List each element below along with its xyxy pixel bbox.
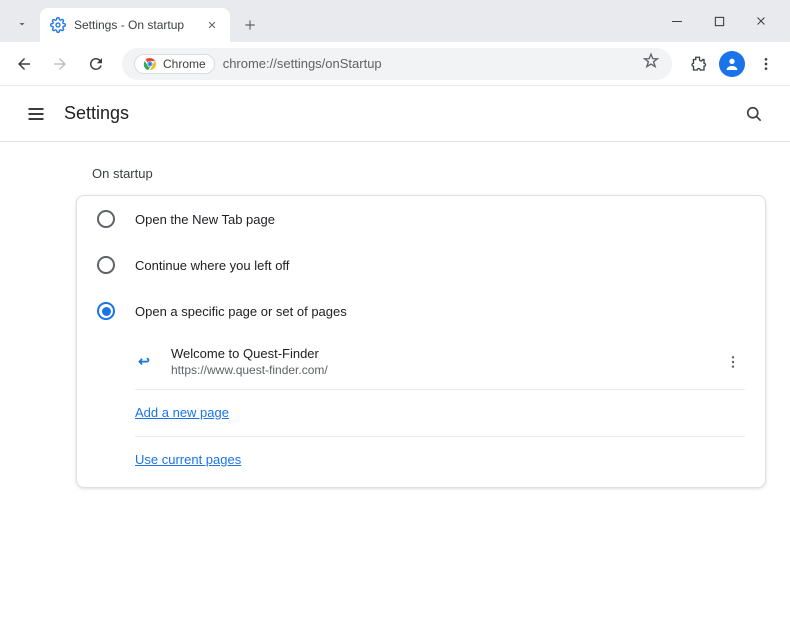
- radio-continue[interactable]: Continue where you left off: [77, 242, 765, 288]
- content-area: On startup Open the New Tab page Continu…: [0, 142, 790, 488]
- radio-specific-pages[interactable]: Open a specific page or set of pages: [77, 288, 765, 334]
- extensions-button[interactable]: [682, 48, 714, 80]
- profile-button[interactable]: [716, 48, 748, 80]
- page-title: Settings: [64, 103, 129, 124]
- close-icon: [207, 20, 217, 30]
- close-window-button[interactable]: [740, 5, 782, 37]
- person-icon: [724, 56, 740, 72]
- reload-button[interactable]: [80, 48, 112, 80]
- use-current-pages-link[interactable]: Use current pages: [135, 452, 241, 467]
- omnibox[interactable]: Chrome chrome://settings/onStartup: [122, 48, 672, 80]
- minimize-button[interactable]: [656, 5, 698, 37]
- use-current-row: Use current pages: [135, 437, 745, 487]
- add-page-link[interactable]: Add a new page: [135, 405, 229, 420]
- toolbar: Chrome chrome://settings/onStartup: [0, 42, 790, 86]
- url-text: chrome://settings/onStartup: [223, 56, 642, 71]
- star-icon: [642, 52, 660, 70]
- close-icon: [755, 15, 767, 27]
- startup-page-title: Welcome to Quest-Finder: [171, 346, 721, 361]
- radio-open-newtab[interactable]: Open the New Tab page: [77, 196, 765, 242]
- settings-favicon: [50, 17, 66, 33]
- close-tab-button[interactable]: [204, 17, 220, 33]
- startup-page-row: ↩ Welcome to Quest-Finder https://www.qu…: [135, 334, 745, 390]
- page-favicon: ↩: [135, 353, 153, 371]
- reload-icon: [87, 55, 105, 73]
- minimize-icon: [671, 15, 683, 27]
- radio-icon: [97, 256, 115, 274]
- back-button[interactable]: [8, 48, 40, 80]
- radio-label: Open a specific page or set of pages: [135, 304, 347, 319]
- radio-label: Continue where you left off: [135, 258, 289, 273]
- search-icon: [744, 104, 764, 124]
- tab-title: Settings - On startup: [74, 18, 204, 32]
- radio-icon: [97, 210, 115, 228]
- menu-button[interactable]: [750, 48, 782, 80]
- chrome-icon: [143, 57, 157, 71]
- startup-card: Open the New Tab page Continue where you…: [76, 195, 766, 488]
- hamburger-icon: [26, 104, 46, 124]
- maximize-button[interactable]: [698, 5, 740, 37]
- startup-page-url: https://www.quest-finder.com/: [171, 363, 721, 377]
- browser-tab[interactable]: Settings - On startup: [40, 8, 230, 42]
- arrow-right-icon: [51, 55, 69, 73]
- radio-label: Open the New Tab page: [135, 212, 275, 227]
- maximize-icon: [714, 16, 725, 27]
- forward-button[interactable]: [44, 48, 76, 80]
- startup-pages-list: ↩ Welcome to Quest-Finder https://www.qu…: [77, 334, 765, 487]
- radio-icon-selected: [97, 302, 115, 320]
- site-chip-label: Chrome: [163, 57, 206, 71]
- hamburger-menu-button[interactable]: [16, 94, 56, 134]
- puzzle-icon: [689, 55, 707, 73]
- site-chip[interactable]: Chrome: [134, 54, 215, 74]
- arrow-left-icon: [15, 55, 33, 73]
- avatar: [719, 51, 745, 77]
- search-settings-button[interactable]: [734, 94, 774, 134]
- kebab-icon: [725, 354, 741, 370]
- page-more-button[interactable]: [721, 350, 745, 374]
- window-controls: [656, 0, 782, 42]
- settings-header: Settings: [0, 86, 790, 142]
- page-info: Welcome to Quest-Finder https://www.ques…: [171, 346, 721, 377]
- section-title: On startup: [76, 166, 766, 181]
- titlebar: Settings - On startup: [0, 0, 790, 42]
- tab-search-dropdown[interactable]: [8, 10, 36, 38]
- bookmark-button[interactable]: [642, 52, 660, 75]
- new-tab-button[interactable]: [236, 11, 264, 39]
- add-page-row: Add a new page: [135, 390, 745, 437]
- chevron-down-icon: [16, 18, 28, 30]
- kebab-icon: [758, 56, 774, 72]
- plus-icon: [243, 18, 257, 32]
